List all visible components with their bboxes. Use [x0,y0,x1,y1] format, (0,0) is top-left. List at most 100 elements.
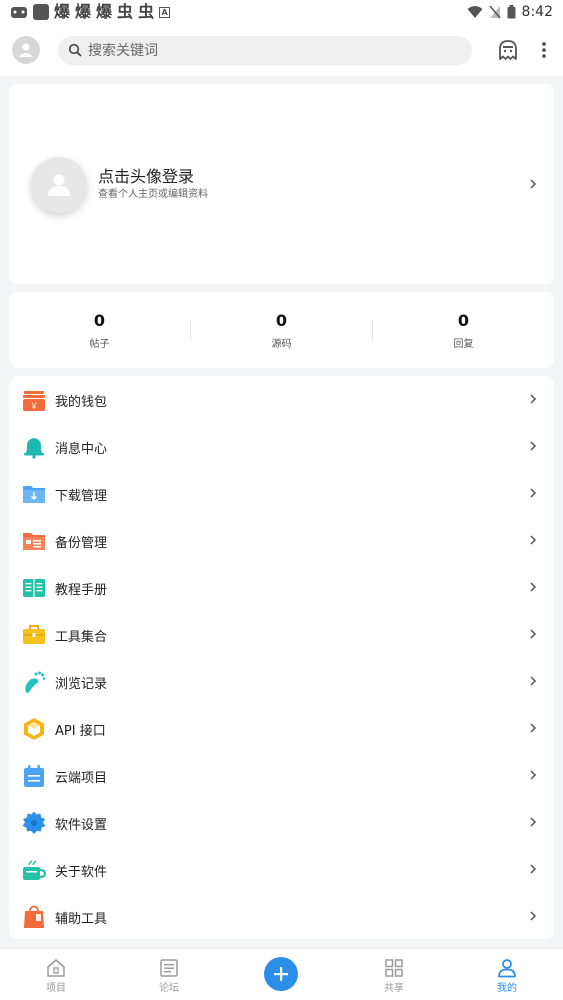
menu-label: 我的钱包 [55,395,108,410]
chevron-right-icon [530,179,537,189]
stat-source[interactable]: 0 源码 [191,311,372,350]
stat-label: 回复 [453,338,474,350]
notification-glyph: 爆 [75,2,92,21]
bottom-nav: 项目 论坛 共享 我的 [0,948,563,1000]
menu-label: API 接口 [55,724,106,739]
nav-label: 项目 [46,983,66,994]
stat-value: 0 [275,310,288,330]
person-icon [498,959,516,978]
menu-label: 教程手册 [55,583,108,598]
nav-tab-projects[interactable]: 项目 [16,949,96,1000]
menu-item-downloads[interactable]: 下载管理 [9,470,554,517]
nav-tab-mine[interactable]: 我的 [467,949,547,1000]
nav-label: 共享 [384,983,404,994]
menu-item-history[interactable]: 浏览记录 [9,658,554,705]
menu-item-messages[interactable]: 消息中心 [9,423,554,470]
menu-label: 关于软件 [55,865,108,880]
nav-tab-share[interactable]: 共享 [354,949,434,1000]
chevron-right-icon [530,723,537,733]
bell-icon [24,438,44,459]
calendar-icon [24,765,44,787]
menu-label: 消息中心 [55,442,108,457]
stat-replies[interactable]: 0 回复 [373,311,554,350]
profile-subtitle: 查看个人主页或编辑资料 [98,189,208,200]
profile-title: 点击头像登录 [98,167,195,186]
menu-label: 工具集合 [55,630,108,645]
notification-glyph: 爆 [54,2,71,21]
wifi-icon [467,6,483,18]
stat-label: 源码 [271,338,292,350]
menu-card: ￥ 我的钱包 消息中心 下载管理 备份管理 教程手册 工具集合 浏览记录 API… [9,376,554,939]
menu-item-api[interactable]: API 接口 [9,705,554,752]
menu-label: 软件设置 [55,818,108,833]
menu-label: 浏览记录 [55,677,108,692]
menu-label: 备份管理 [55,536,108,551]
chevron-right-icon [530,488,537,498]
notification-glyph: 爆 [96,2,113,21]
status-right: 8:42 [467,4,553,20]
stat-value: 0 [457,310,470,330]
menu-label: 辅助工具 [55,912,108,927]
status-bar: 爆 爆 爆 虫 虫 A 8:42 [0,0,563,24]
chevron-right-icon [530,864,537,874]
chevron-right-icon [530,629,537,639]
gear-icon [22,811,46,834]
nav-label: 论坛 [159,983,179,994]
wallet-icon: ￥ [23,391,45,411]
menu-item-wallet[interactable]: ￥ 我的钱包 [9,376,554,423]
grid-icon [385,959,403,977]
stat-label: 帖子 [89,338,110,350]
backup-folder-icon [23,533,45,550]
menu-item-cloud-projects[interactable]: 云端项目 [9,752,554,799]
chevron-right-icon [530,911,537,921]
stat-value: 0 [93,310,106,330]
nav-tab-forum[interactable]: 论坛 [129,949,209,1000]
menu-item-toolbox[interactable]: 工具集合 [9,611,554,658]
search-icon [68,43,82,57]
menu-item-tutorials[interactable]: 教程手册 [9,564,554,611]
nav-label: 我的 [497,983,517,994]
chevron-right-icon [530,676,537,686]
chevron-right-icon [530,441,537,451]
avatar[interactable] [12,36,40,64]
add-button[interactable] [264,957,298,991]
cube-icon [24,718,44,740]
svg-text:￥: ￥ [30,402,38,411]
game-controller-icon [11,7,27,18]
home-icon [47,959,65,977]
chevron-right-icon [530,817,537,827]
footprint-icon [25,671,46,693]
chevron-right-icon [530,535,537,545]
signal-off-icon [488,5,501,19]
ghost-icon[interactable] [497,39,519,61]
menu-label: 云端项目 [55,771,108,786]
notification-glyph: 虫 [138,2,155,21]
chevron-right-icon [530,394,537,404]
search-input[interactable]: 搜索关键词 [58,35,472,65]
menu-item-backup[interactable]: 备份管理 [9,517,554,564]
more-vertical-icon[interactable] [541,41,547,59]
chevron-right-icon [530,770,537,780]
menu-item-assist-tools[interactable]: 辅助工具 [9,893,554,940]
menu-item-settings[interactable]: 软件设置 [9,799,554,846]
toolbox-icon [23,625,45,644]
stat-posts[interactable]: 0 帖子 [9,311,190,350]
status-left: 爆 爆 爆 虫 虫 A [10,2,171,21]
bag-icon [24,905,44,928]
profile-card[interactable]: 点击头像登录 查看个人主页或编辑资料 [9,84,554,284]
notification-box-icon: A [159,6,171,18]
top-actions [497,39,547,61]
user-icon [19,43,33,57]
top-bar: 搜索关键词 [0,24,563,76]
status-time: 8:42 [521,4,553,20]
forum-icon [160,959,178,977]
menu-item-about[interactable]: 关于软件 [9,846,554,893]
notification-glyph: 虫 [117,2,134,21]
stats-card: 0 帖子 0 源码 0 回复 [9,292,554,368]
menu-label: 下载管理 [55,489,108,504]
book-icon [23,579,45,597]
cup-icon [23,860,46,880]
plus-icon [274,967,288,981]
profile-avatar[interactable] [31,157,87,213]
battery-icon [507,5,516,19]
